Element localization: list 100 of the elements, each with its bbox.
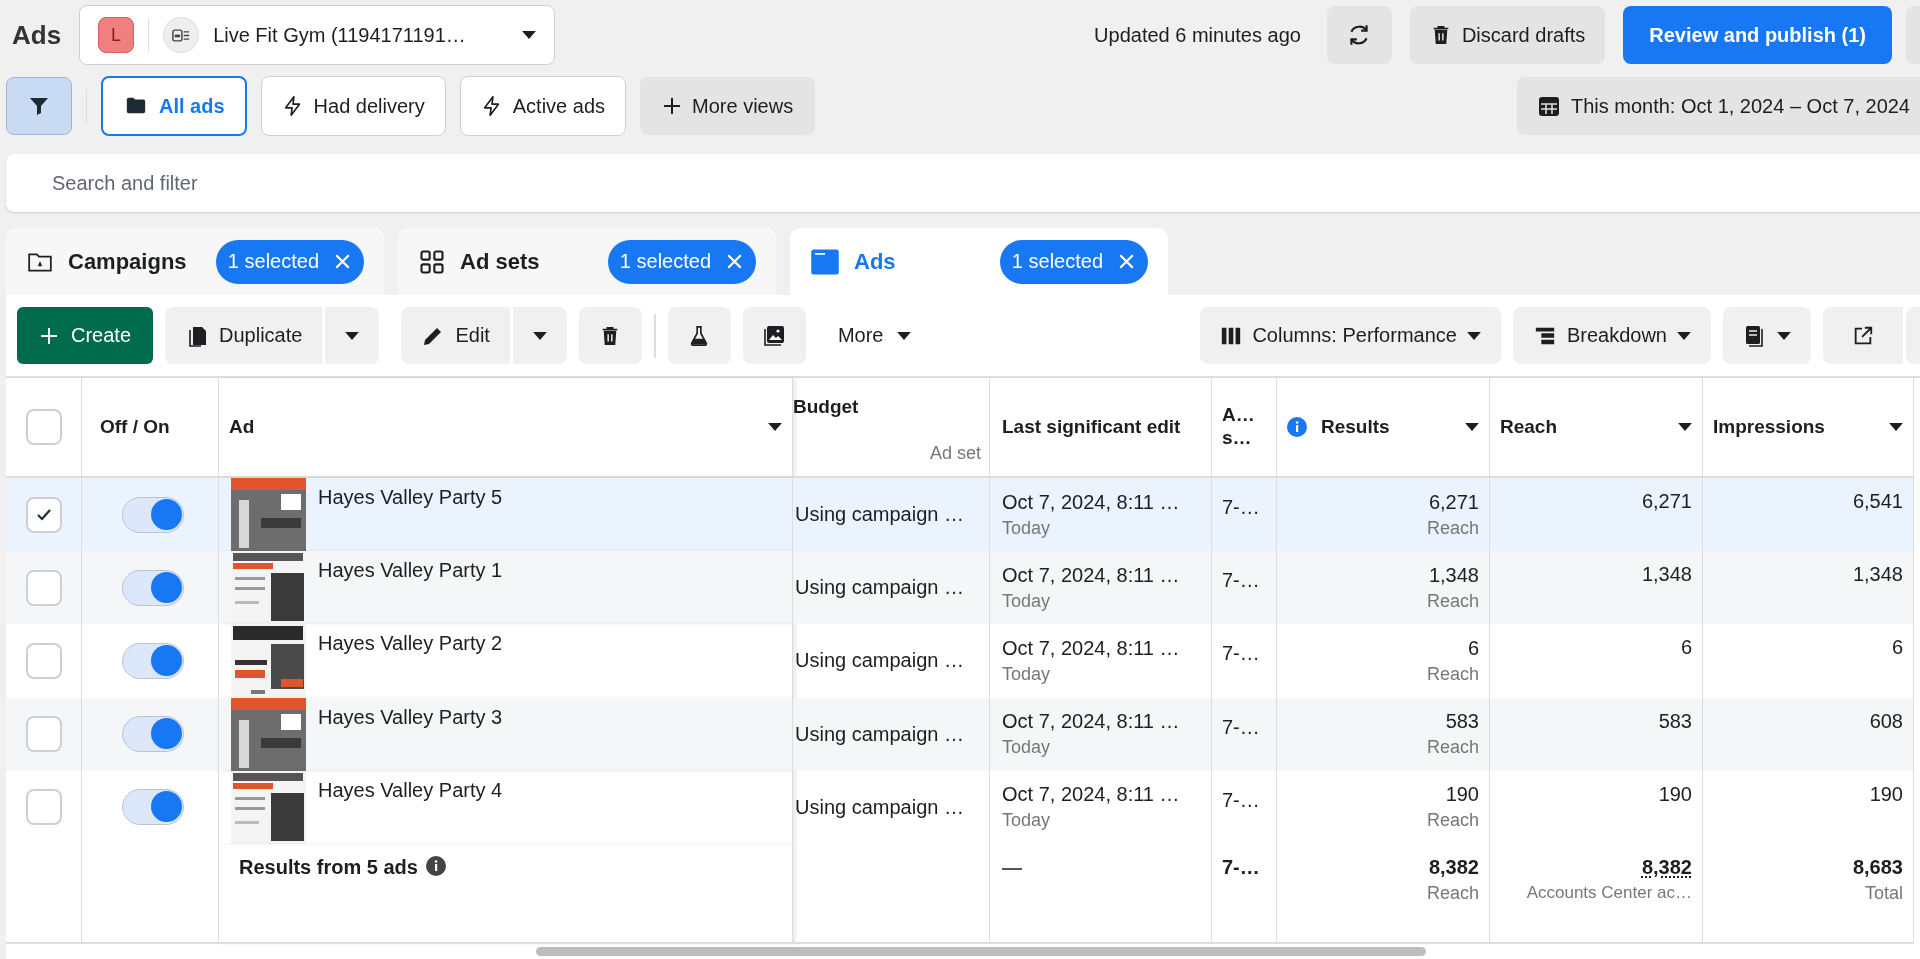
table-cell: Using campaign … [795,649,964,673]
export-button[interactable] [1823,307,1903,364]
view-tab[interactable]: Had delivery [260,76,446,136]
row-checkbox[interactable] [26,642,62,679]
cell-subtext: Total [1864,882,1903,904]
row-checkbox[interactable] [26,716,62,753]
caret-icon [1466,331,1481,340]
table-cell: 8,382 [1641,855,1692,879]
table-cell: Using campaign … [795,503,964,527]
delete-button[interactable] [578,307,642,364]
column-subheader: Ad set [929,443,981,464]
summary-label: Results from 5 ads [239,855,418,879]
search-field[interactable]: Search and filter [6,154,1920,212]
table-cell: 583 [1445,710,1479,734]
view-tab[interactable]: All ads [101,76,247,136]
table-cell: Oct 7, 2024, 8:11 … [1002,563,1180,587]
table-cell: Oct 7, 2024, 8:11 … [1002,636,1180,660]
view-tab[interactable]: Active ads [459,76,626,136]
column-header[interactable]: Reach [1500,416,1558,438]
table-cell: 6 [1680,636,1692,660]
cell-subtext: Today [1002,590,1051,612]
test-button[interactable] [667,307,731,364]
more-button[interactable]: More [817,307,932,364]
row-checkbox[interactable] [26,789,62,826]
ad-name[interactable]: Hayes Valley Party 4 [318,770,503,802]
media-button[interactable] [742,307,806,364]
table-cell: 608 [1869,709,1903,733]
ad-name[interactable]: Hayes Valley Party 2 [318,624,503,656]
selection-badge: 1 selected [999,239,1148,284]
cell-subtext: Today [1002,810,1051,832]
table-cell: 8,382 [1428,855,1479,879]
date-range-button[interactable]: This month: Oct 1, 2024 – Oct 7, 2024 [1516,77,1920,135]
cell-subtext: Reach [1426,517,1479,539]
create-button[interactable]: Create [17,307,154,364]
toggle-switch[interactable] [122,716,184,753]
table-cell: 583 [1658,709,1692,733]
table-cell: 7-… [1222,855,1260,879]
ad-name[interactable]: Hayes Valley Party 5 [318,478,503,509]
table-cell: Oct 7, 2024, 8:11 … [1002,783,1180,807]
table-cell: 8,683 [1852,855,1903,879]
level-tab[interactable]: Ad sets 1 selected [398,228,776,295]
discard-drafts-button[interactable]: Discard drafts [1409,6,1606,64]
page-title: Ads [12,19,62,51]
info-icon[interactable] [425,855,446,876]
calendar-icon [1536,94,1561,118]
duplicate-button[interactable]: Duplicate [165,307,323,364]
cell-subtext: Accounts Center ac… [1526,882,1692,903]
caret-icon [897,331,912,340]
table-cell: 1,348 [1852,563,1903,587]
reports-button[interactable] [1723,307,1811,364]
breakdown-button[interactable]: Breakdown [1512,307,1711,364]
cell-subtext: Reach [1426,590,1479,612]
row-checkbox[interactable] [26,496,62,533]
table-cell: 1,348 [1641,563,1692,587]
close-icon[interactable] [1119,254,1134,269]
close-icon[interactable] [727,254,742,269]
column-header[interactable]: A… s… [1222,404,1253,450]
close-icon[interactable] [335,254,350,269]
toggle-switch[interactable] [122,496,184,533]
account-selector[interactable]: L Live Fit Gym (1194171191… [79,5,556,65]
column-header[interactable]: Budget [793,396,859,418]
table-cell: 190 [1658,782,1692,806]
row-checkbox[interactable] [26,569,62,606]
filter-button[interactable] [6,77,72,135]
column-header: Off / On [100,416,170,438]
edit-button[interactable]: Edit [401,307,510,364]
refresh-button[interactable] [1326,6,1392,64]
info-icon[interactable] [1287,417,1307,437]
scrollbar-thumb[interactable] [536,946,1426,956]
cell-subtext: Today [1002,663,1051,685]
table-cell: 7-… [1222,642,1260,666]
plus-icon [662,96,682,116]
account-avatar: L [98,17,135,53]
level-tab[interactable]: Ads 1 selected [790,228,1168,295]
ad-name[interactable]: Hayes Valley Party 3 [318,697,503,729]
select-all-checkbox[interactable] [26,409,62,445]
column-header[interactable]: Results [1321,416,1390,438]
level-tab[interactable]: Campaigns 1 selected [6,228,384,295]
toggle-switch[interactable] [122,569,184,606]
table-cell: — [1002,855,1022,879]
selection-badge: 1 selected [215,239,364,284]
column-header[interactable]: Ad [229,416,255,438]
ad-name[interactable]: Hayes Valley Party 1 [318,551,503,583]
column-header[interactable]: Impressions [1713,416,1825,438]
more-views-button[interactable]: More views [640,77,816,135]
plus-icon [39,325,59,346]
review-publish-button[interactable]: Review and publish (1) [1623,6,1892,64]
table-cell: 6,271 [1641,490,1692,513]
column-header[interactable]: Last significant edit [1002,416,1181,438]
cell-subtext: Today [1002,737,1051,759]
table-cell: 190 [1869,782,1903,806]
cell-subtext: Reach [1426,810,1479,832]
toggle-switch[interactable] [122,789,184,826]
table-cell: 190 [1445,783,1479,807]
cell-subtext: Reach [1426,737,1479,759]
cell-subtext: Reach [1426,663,1479,685]
table-cell: 7-… [1222,496,1260,519]
table-cell: Using campaign … [795,795,964,819]
toggle-switch[interactable] [122,642,184,679]
columns-button[interactable]: Columns: Performance [1200,307,1501,364]
